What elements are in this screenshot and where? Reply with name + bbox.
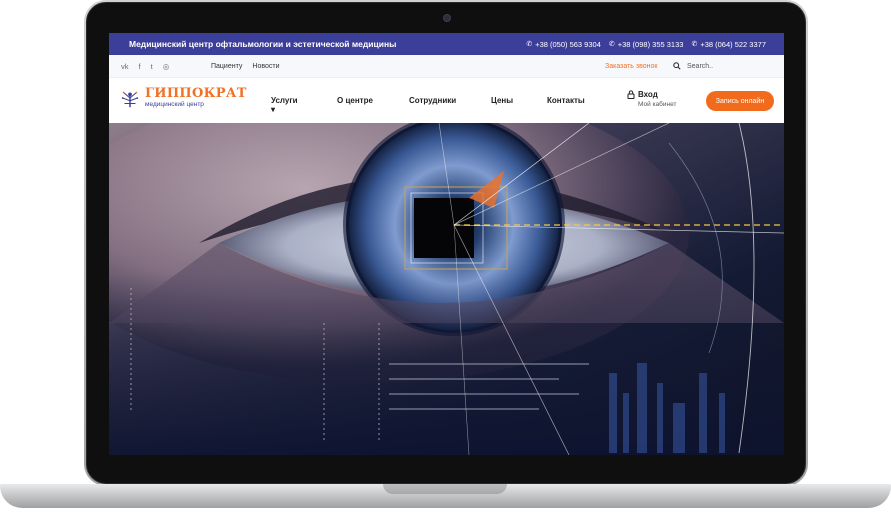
menu-prices[interactable]: Цены <box>491 96 513 105</box>
menu-about[interactable]: О центре <box>337 96 373 105</box>
phone-icon: ✆ <box>608 41 615 48</box>
twitter-icon[interactable]: t <box>151 62 153 71</box>
logo-subtitle: медицинский центр <box>145 101 204 109</box>
login-label: Вход <box>638 90 658 99</box>
logo-name: ГИППОКРАТ <box>145 86 247 102</box>
chevron-down-icon: ▾ <box>271 105 276 114</box>
website-screen: Медицинский центр офтальмологии и эстети… <box>109 33 784 455</box>
phone-3[interactable]: ✆ +38 (064) 522 3377 <box>691 40 766 49</box>
secondary-bar: vk f t ◎ Пациенту Новости Заказать звоно… <box>109 55 784 78</box>
site-logo[interactable]: ГИППОКРАТ медицинский центр <box>119 87 247 109</box>
secondary-links: Пациенту Новости <box>211 63 280 70</box>
menu-staff[interactable]: Сотрудники <box>409 96 456 105</box>
webcam-icon <box>443 14 451 22</box>
search-box[interactable]: Search.. <box>673 62 713 70</box>
search-icon <box>673 62 681 70</box>
menu-contacts[interactable]: Контакты <box>547 96 585 105</box>
phone-icon: ✆ <box>691 41 698 48</box>
eye-hero-image <box>109 123 784 455</box>
facebook-icon[interactable]: f <box>139 62 141 71</box>
search-input[interactable]: Search.. <box>687 63 713 70</box>
phone-list: ✆ +38 (050) 563 9304 ✆ +38 (098) 355 3133 … <box>526 40 766 49</box>
vk-icon[interactable]: vk <box>121 62 129 71</box>
link-news[interactable]: Новости <box>252 63 279 70</box>
link-patients[interactable]: Пациенту <box>211 63 242 70</box>
callback-link[interactable]: Заказать звонок <box>605 63 657 70</box>
cabinet-label: Мой кабинет <box>638 101 677 108</box>
login-block[interactable]: Вход Мой кабинет <box>627 90 676 108</box>
main-navigation: ГИППОКРАТ медицинский центр Услуги ▾ О ц… <box>109 78 784 124</box>
top-info-bar: Медицинский центр офтальмологии и эстети… <box>109 33 784 55</box>
instagram-icon[interactable]: ◎ <box>163 62 170 71</box>
phone-2[interactable]: ✆ +38 (098) 355 3133 <box>609 40 684 49</box>
lock-icon <box>627 90 635 99</box>
book-online-button[interactable]: Запись онлайн <box>706 91 774 111</box>
hero-banner <box>109 123 784 455</box>
site-tagline: Медицинский центр офтальмологии и эстети… <box>129 39 397 49</box>
social-links: vk f t ◎ <box>121 62 211 71</box>
tree-logo-icon <box>121 91 139 108</box>
laptop-notch <box>383 484 507 494</box>
phone-1[interactable]: ✆ +38 (050) 563 9304 <box>526 40 601 49</box>
phone-icon: ✆ <box>526 41 533 48</box>
menu-services[interactable]: Услуги ▾ <box>271 96 298 114</box>
